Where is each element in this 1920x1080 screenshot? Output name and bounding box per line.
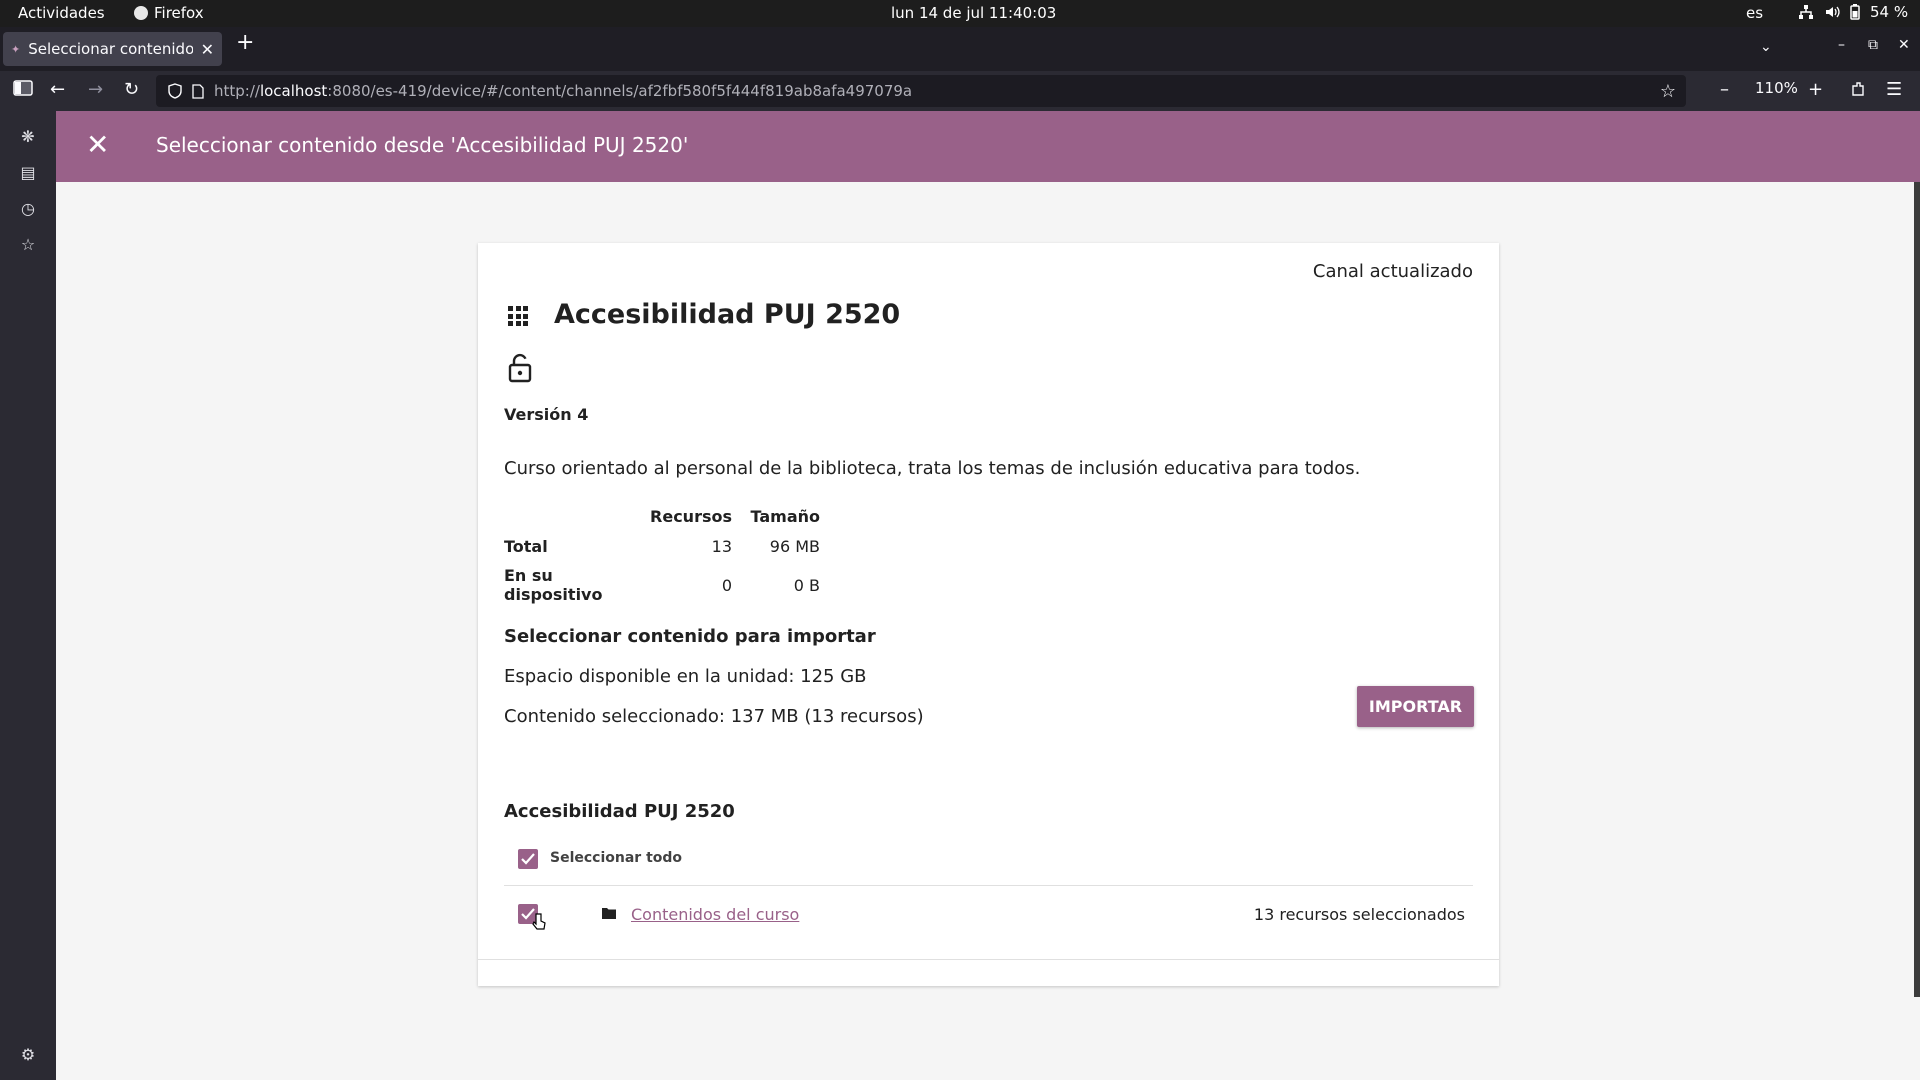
- folder-icon: [602, 908, 616, 919]
- url-text: http://localhost:8080/es-419/device/#/co…: [214, 82, 913, 100]
- stats-resources-value: 0: [721, 575, 732, 595]
- bookmarks-icon[interactable]: ☆: [18, 235, 38, 255]
- language-indicator[interactable]: es: [1746, 4, 1763, 22]
- forward-arrow-icon[interactable]: →: [88, 79, 103, 100]
- tab-title: Seleccionar contenido de: [28, 40, 193, 58]
- select-all-label[interactable]: Seleccionar todo: [550, 850, 682, 866]
- import-button[interactable]: IMPORTAR: [1357, 686, 1474, 727]
- reload-icon[interactable]: ↻: [124, 79, 139, 100]
- tab-close-icon[interactable]: ✕: [201, 40, 214, 59]
- scrollbar[interactable]: [1914, 182, 1920, 997]
- system-status-area[interactable]: 54 %: [1798, 3, 1908, 21]
- checkmark-icon: [521, 853, 535, 865]
- bookmark-star-icon[interactable]: ☆: [1660, 81, 1676, 102]
- synced-tabs-icon[interactable]: ▤: [18, 163, 38, 183]
- network-icon: [1799, 5, 1813, 19]
- stats-row-label: En su dispositivo: [504, 566, 603, 604]
- divider: [504, 885, 1473, 886]
- stats-resources-value: 13: [711, 537, 732, 556]
- history-icon[interactable]: ◷: [18, 199, 38, 219]
- list-all-tabs-icon[interactable]: ⌄: [1760, 39, 1772, 55]
- stats-size-value: 0 B: [793, 575, 820, 595]
- tracking-protection-icon[interactable]: [168, 83, 182, 99]
- page-title: Seleccionar contenido desde 'Accesibilid…: [156, 133, 689, 157]
- tab-active[interactable]: ✦ Seleccionar contenido de ✕: [3, 32, 222, 66]
- new-tab-button[interactable]: +: [236, 32, 254, 54]
- volume-icon: [1826, 6, 1840, 18]
- app-menu[interactable]: Firefox: [134, 4, 204, 22]
- selection-heading: Seleccionar contenido para importar: [504, 626, 876, 647]
- stats-row: En su dispositivo 0 0 B: [504, 561, 820, 609]
- stats-row-label: Total: [504, 537, 548, 556]
- zoom-in-icon[interactable]: +: [1808, 79, 1823, 100]
- clock[interactable]: lun 14 de jul 11:40:03: [891, 4, 1056, 22]
- activities-button[interactable]: Actividades: [18, 4, 105, 22]
- battery-icon: [1850, 4, 1860, 20]
- content-tree-heading: Accesibilidad PUJ 2520: [504, 801, 735, 822]
- app-header: ✕ Seleccionar contenido desde 'Accesibil…: [56, 111, 1920, 182]
- tab-favicon-icon: ✦: [11, 42, 21, 56]
- sidebar-toggle-icon[interactable]: [12, 77, 34, 104]
- unlocked-icon: [508, 353, 532, 383]
- selected-content-summary: Contenido seleccionado: 137 MB (13 recur…: [504, 706, 924, 727]
- page-icon[interactable]: [192, 83, 204, 99]
- back-arrow-icon[interactable]: ←: [50, 79, 65, 100]
- restore-window-icon[interactable]: ⧉: [1868, 37, 1878, 53]
- channel-status: Canal actualizado: [1312, 261, 1473, 282]
- stats-header-resources: Recursos: [650, 507, 732, 526]
- channel-title: Accesibilidad PUJ 2520: [554, 299, 901, 330]
- system-top-bar: Actividades Firefox lun 14 de jul 11:40:…: [0, 0, 1920, 27]
- selected-resources-count: 13 recursos seleccionados: [1253, 905, 1465, 924]
- channel-version: Versión 4: [504, 405, 589, 424]
- stats-row: Total 13 96 MB: [504, 532, 820, 561]
- customize-sidebar-gear-icon[interactable]: ⚙: [18, 1045, 38, 1065]
- channel-stats-table: Recursos Tamaño Total 13 96 MB En su dis…: [504, 503, 820, 609]
- app-name: Firefox: [154, 4, 204, 22]
- channel-card: Canal actualizado Accesibilidad PUJ 2520…: [478, 243, 1499, 986]
- browser-sidebar: ❋ ▤ ◷ ☆ ⚙: [0, 111, 56, 1080]
- battery-percent: 54 %: [1870, 3, 1909, 21]
- mouse-cursor-icon: [532, 913, 546, 930]
- zoom-out-icon[interactable]: –: [1720, 79, 1729, 100]
- stats-header-size: Tamaño: [750, 507, 821, 526]
- tab-bar: ✦ Seleccionar contenido de ✕ + ⌄ – ⧉ ✕: [0, 27, 1920, 71]
- extensions-icon[interactable]: [1850, 80, 1866, 103]
- available-space: Espacio disponible en la unidad: 125 GB: [504, 666, 867, 687]
- minimize-window-icon[interactable]: –: [1838, 37, 1845, 53]
- close-window-icon[interactable]: ✕: [1898, 37, 1910, 53]
- zoom-level[interactable]: 110%: [1755, 79, 1798, 97]
- close-icon[interactable]: ✕: [86, 129, 109, 161]
- navigation-bar: ← → ↻ http://localhost:8080/es-419/devic…: [0, 71, 1920, 111]
- ai-chatbot-icon[interactable]: ❋: [18, 127, 38, 147]
- channel-description: Curso orientado al personal de la biblio…: [504, 458, 1361, 479]
- folder-link[interactable]: Contenidos del curso: [631, 905, 799, 924]
- url-bar[interactable]: http://localhost:8080/es-419/device/#/co…: [156, 75, 1686, 107]
- divider: [478, 959, 1499, 960]
- select-all-checkbox[interactable]: [518, 849, 538, 869]
- firefox-icon: [134, 6, 148, 20]
- menu-hamburger-icon[interactable]: ☰: [1886, 79, 1902, 100]
- stats-size-value: 96 MB: [769, 537, 820, 556]
- channel-apps-icon: [508, 306, 528, 326]
